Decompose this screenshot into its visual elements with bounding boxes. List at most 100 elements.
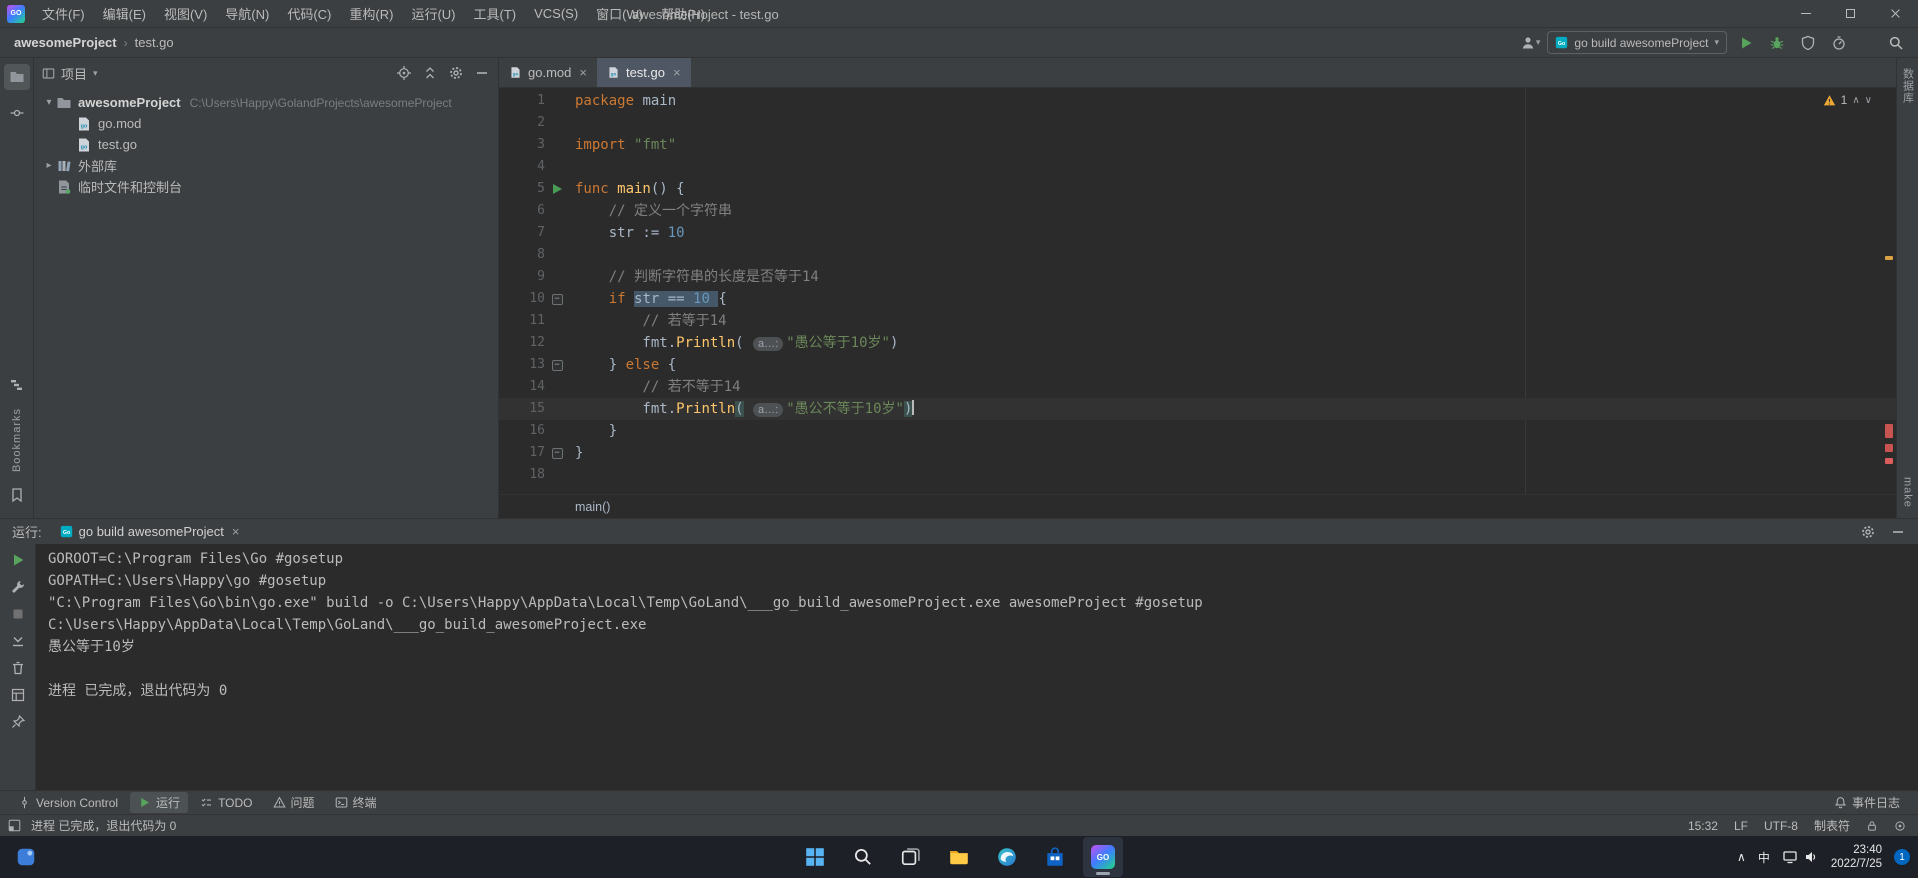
clear-console-button[interactable] [10,660,26,676]
tray-quick-settings[interactable] [1782,849,1819,865]
line-number[interactable]: 7 [499,222,545,244]
line-number[interactable]: 12 [499,332,545,354]
code-line-13[interactable]: 13− } else { [499,354,1896,376]
tree-expand-arrow-icon[interactable]: ▾ [42,97,56,108]
line-number[interactable]: 18 [499,464,545,486]
line-number[interactable]: 11 [499,310,545,332]
run-tab[interactable]: Go go build awesomeProject × [60,524,239,539]
locate-file-icon[interactable] [396,65,412,81]
read-only-lock-icon[interactable] [1866,820,1878,832]
next-problem-button[interactable]: ∨ [1865,95,1872,106]
code-line-2[interactable]: 2 [499,112,1896,134]
coverage-button[interactable] [1796,31,1820,55]
tree-item[interactable]: go go.mod [34,113,498,134]
line-number[interactable]: 1 [499,90,545,112]
line-number[interactable]: 4 [499,156,545,178]
panel-settings-gear-icon[interactable] [448,65,464,81]
line-number[interactable]: 17 [499,442,545,464]
scroll-to-end-button[interactable] [10,633,26,649]
menu-item[interactable]: 工具(T) [464,0,525,27]
caret-position[interactable]: 15:32 [1688,819,1718,833]
code-line-16[interactable]: 16 } [499,420,1896,442]
line-number[interactable]: 13 [499,354,545,376]
bookmark-button[interactable] [4,482,30,508]
store-button[interactable] [1035,837,1075,877]
menu-item[interactable]: 代码(C) [278,0,340,27]
toolwindow-button-version-control[interactable]: Version Control [10,792,126,813]
ime-indicator[interactable]: 中 [1758,849,1770,866]
prev-problem-button[interactable]: ∧ [1852,95,1859,106]
code-line-4[interactable]: 4 [499,156,1896,178]
tree-item[interactable]: ▾ awesomeProject C:\Users\Happy\GolandProj… [34,92,498,113]
tab-close-icon[interactable]: × [673,65,681,80]
code-line-14[interactable]: 14 // 若不等于14 [499,376,1896,398]
run-config-combo[interactable]: Go go build awesomeProject ▾ [1547,31,1727,54]
menu-item[interactable]: 重构(R) [340,0,402,27]
widgets-button[interactable] [10,841,42,873]
line-number[interactable]: 10 [499,288,545,310]
stop-button[interactable] [10,606,26,622]
line-number[interactable]: 8 [499,244,545,266]
search-everywhere-button[interactable] [1884,31,1908,55]
modify-run-config-button[interactable] [10,579,26,595]
run-settings-gear-icon[interactable] [1860,524,1876,540]
toolwindow-switcher-icon[interactable] [8,819,21,832]
toolwindow-button-todo[interactable]: TODO [192,792,260,813]
breadcrumb-project[interactable]: awesomeProject [14,35,117,50]
maximize-button[interactable] [1828,0,1873,27]
tree-expand-arrow-icon[interactable]: ▸ [42,160,56,171]
task-view-button[interactable] [891,837,931,877]
line-number[interactable]: 2 [499,112,545,134]
line-number[interactable]: 6 [499,200,545,222]
code-line-1[interactable]: 1 package main [499,90,1896,112]
run-main-gutter-icon[interactable] [552,184,562,194]
error-stripe-mark[interactable] [1885,444,1893,452]
toolwindow-button-terminal[interactable]: 终端 [327,792,385,813]
tree-item[interactable]: ▸ 外部库 [34,155,498,176]
breadcrumb-file[interactable]: test.go [135,35,174,50]
notification-badge[interactable]: 1 [1894,849,1910,865]
project-panel-caret-icon[interactable]: ▾ [93,68,98,79]
line-number[interactable]: 3 [499,134,545,156]
code-line-5[interactable]: 5 func main() { [499,178,1896,200]
code-line-17[interactable]: 17−} [499,442,1896,464]
menu-item[interactable]: 视图(V) [155,0,216,27]
code-line-15[interactable]: 15 fmt.Println( a…: "愚公不等于10岁") [499,398,1896,420]
minimize-button[interactable] [1783,0,1828,27]
database-toolwindow-button[interactable]: 数据库 [1900,68,1916,104]
structure-toolwindow-button[interactable] [4,372,30,398]
start-button[interactable] [795,837,835,877]
menu-item[interactable]: VCS(S) [525,0,587,27]
file-encoding[interactable]: UTF-8 [1764,819,1798,833]
taskbar-clock[interactable]: 23:40 2022/7/25 [1831,843,1882,871]
line-ending[interactable]: LF [1734,819,1748,833]
editor-tab-go.mod[interactable]: go go.mod × [499,58,597,87]
warning-stripe-mark[interactable] [1885,256,1893,260]
toolwindow-button-event-log[interactable]: 事件日志 [1826,792,1908,813]
profiler-button[interactable] [1827,31,1851,55]
console-output[interactable]: GOROOT=C:\Program Files\Go #gosetup GOPAT… [36,544,1918,790]
inspections-hector-icon[interactable] [1894,820,1906,832]
code-line-3[interactable]: 3 import "fmt" [499,134,1896,156]
taskbar-search-button[interactable] [843,837,883,877]
code-line-7[interactable]: 7 str := 10 [499,222,1896,244]
code-line-18[interactable]: 18 [499,464,1896,486]
code-with-me-button[interactable]: ▾ [1520,35,1540,51]
tree-item[interactable]: go test.go [34,134,498,155]
code-line-8[interactable]: 8 [499,244,1896,266]
editor-tab-test.go[interactable]: go test.go × [596,58,691,87]
fold-icon[interactable]: − [551,447,563,459]
project-toolwindow-button[interactable] [3,64,30,90]
goland-taskbar-button[interactable]: GO [1083,837,1123,877]
tray-chevron-up-icon[interactable]: ∧ [1737,850,1746,864]
collapse-all-icon[interactable] [422,65,438,81]
commit-toolwindow-button[interactable] [4,100,30,126]
menu-item[interactable]: 文件(F) [33,0,94,27]
make-toolwindow-button[interactable]: make [1902,477,1914,508]
code-line-10[interactable]: 10− if str == 10 { [499,288,1896,310]
line-number[interactable]: 5 [499,178,545,200]
menu-item[interactable]: 编辑(E) [94,0,155,27]
hide-panel-icon[interactable] [474,65,490,81]
code-area[interactable]: 1 package main 2 3 import "fmt" 4 5 func main()… [499,88,1896,486]
rerun-button[interactable] [10,552,26,568]
